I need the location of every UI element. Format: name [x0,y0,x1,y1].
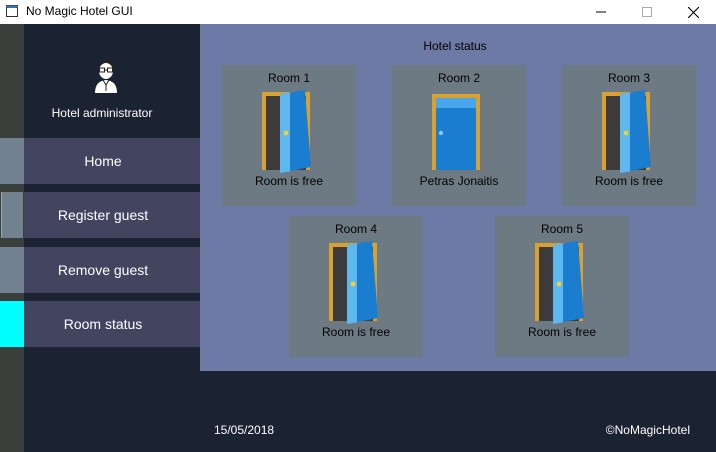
maximize-button[interactable] [624,0,670,24]
footer-copyright: ©NoMagicHotel [605,423,690,437]
admin-label: Hotel administrator [51,106,153,120]
room-card-5[interactable]: Room 5 Room is free [495,216,629,357]
open-door-icon [329,241,378,324]
nav-marker-home [0,138,24,184]
nav-remove-guest-label: Remove guest [57,262,149,278]
nav-register-guest-label: Register guest [57,207,149,223]
window-title: No Magic Hotel GUI [26,4,133,18]
open-door-icon [535,241,584,324]
room-name: Room 5 [540,222,584,236]
sidebar-marker-strip [0,24,24,452]
closed-door-icon [432,94,480,170]
nav-room-status-button[interactable]: Room status [24,301,200,347]
room-status-text: Room is free [594,174,664,188]
nav-home-button[interactable]: Home [24,138,200,184]
room-name: Room 3 [607,71,651,85]
nav-marker-room-status [0,301,24,347]
page-title: Hotel status [423,39,487,53]
app-window-icon [6,5,18,17]
close-button[interactable] [670,0,716,24]
footer-date: 15/05/2018 [214,423,275,437]
room-card-4[interactable]: Room 4 Room is free [289,216,423,357]
open-door-icon [262,90,311,173]
minimize-button[interactable] [578,0,624,24]
nav-room-status-label: Room status [63,316,143,332]
room-card-3[interactable]: Room 3 Room is free [562,65,696,206]
minimize-icon [596,11,606,13]
nav-marker-remove [0,247,24,293]
nav-register-guest-button[interactable]: Register guest [24,192,200,238]
room-name: Room 4 [334,222,378,236]
hotel-status-panel: Hotel status Room 1 Room is free Room 2 … [200,24,716,371]
room-name: Room 2 [437,71,481,85]
close-icon [687,6,699,18]
room-status-text: Room is free [321,325,391,339]
nav-home-label: Home [84,153,122,169]
maximize-icon [642,7,652,17]
open-door-icon [602,90,651,173]
room-status-text: Petras Jonaitis [419,174,499,188]
nav-remove-guest-button[interactable]: Remove guest [24,247,200,293]
admin-avatar-icon [95,59,117,93]
title-bar: No Magic Hotel GUI [0,0,716,24]
room-status-text: Room is free [254,174,324,188]
nav-marker-register [1,192,23,238]
room-status-text: Room is free [527,325,597,339]
room-card-2[interactable]: Room 2 Petras Jonaitis [392,65,526,206]
sidebar: Hotel administrator Home Register guest … [24,24,200,452]
room-name: Room 1 [267,71,311,85]
room-card-1[interactable]: Room 1 Room is free [222,65,356,206]
